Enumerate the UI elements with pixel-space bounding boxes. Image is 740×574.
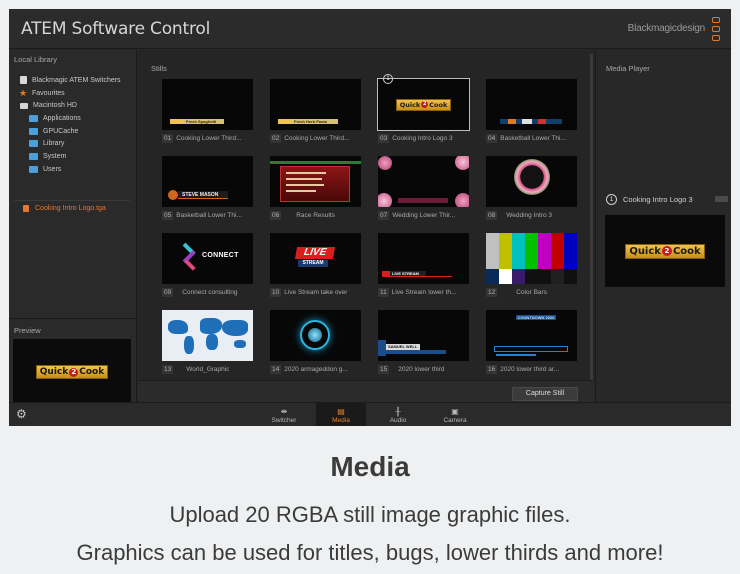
preview-label: Preview	[14, 326, 41, 335]
stills-label: Stills	[151, 64, 167, 73]
media-player-clip-row[interactable]: 1 Cooking Intro Logo 3	[606, 194, 728, 205]
drive-icon	[20, 102, 28, 109]
media-player-clip-name: Cooking Intro Logo 3	[623, 195, 693, 204]
still-caption: 10 Live Stream take over	[270, 287, 348, 297]
local-library-label: Local Library	[14, 55, 57, 64]
folder-icon	[29, 127, 38, 135]
still-thumbnail[interactable]	[270, 310, 361, 361]
connect-text: CONNECT	[202, 252, 239, 259]
still-thumbnail[interactable]: CONNECT	[162, 233, 253, 284]
still-caption: 13 World_Graphic	[162, 364, 230, 374]
still-caption: 09 Connect consulting	[162, 287, 238, 297]
document-icon	[20, 76, 27, 85]
still-caption: 12 Color Bars	[486, 287, 547, 297]
caption-line-1: Upload 20 RGBA still image graphic files…	[169, 502, 571, 527]
still-thumbnail[interactable]	[162, 310, 253, 361]
still-thumbnail[interactable]: STEVE MASON	[162, 156, 253, 207]
tree-item-applications[interactable]: Applications	[9, 112, 137, 125]
caption-heading: Media	[330, 451, 410, 482]
still-caption: 04 Basketball Lower Thi...	[486, 133, 566, 143]
sidebar-divider	[9, 318, 137, 319]
brand-name: Blackmagicdesign	[627, 23, 706, 34]
title-bar: ATEM Software Control Blackmagicdesign	[9, 9, 731, 49]
still-caption: 05 Basketball Lower Thi...	[162, 210, 242, 220]
local-library-panel: Local Library Blackmagic ATEM Switchers …	[9, 50, 137, 405]
still-thumbnail-selected[interactable]: Quick 2 Cook	[377, 78, 470, 131]
folder-icon	[29, 165, 38, 173]
still-thumbnail[interactable]: COUNTDOWN 2020	[486, 310, 577, 361]
still-caption: 08 Wedding Intro 3	[486, 210, 553, 220]
still-thumbnail[interactable]: Fresh Herb Pasta	[270, 79, 361, 130]
star-icon: ★	[19, 88, 28, 99]
media-player-number: 1	[606, 194, 617, 205]
tab-media[interactable]: ▤ Media	[316, 403, 366, 426]
tab-audio[interactable]: ╫ Audio	[373, 403, 423, 426]
stream-text: STREAM	[298, 260, 328, 267]
atem-app-window: ATEM Software Control Blackmagicdesign L…	[9, 9, 731, 426]
still-thumbnail[interactable]	[486, 79, 577, 130]
media-player-screen: Quick 2 Cook	[605, 215, 725, 287]
still-thumbnail[interactable]: Fresh Spaghetti	[162, 79, 253, 130]
preview-window: Quick 2 Cook	[13, 339, 131, 405]
lower-third-text: STEVE MASON	[182, 192, 219, 198]
quick2cook-logo: Quick 2 Cook	[35, 365, 109, 379]
still-caption: 06 Race Results	[270, 210, 335, 220]
app-title: ATEM Software Control	[21, 19, 211, 39]
still-caption: 11 Live Stream lower th...	[378, 287, 457, 297]
gear-icon[interactable]: ⚙	[16, 408, 27, 420]
stills-scrollbar[interactable]	[590, 54, 593, 384]
stills-grid: Fresh Spaghetti 01 Cooking Lower Third...…	[153, 74, 587, 379]
caption-line-2: Graphics can be used for titles, bugs, l…	[76, 540, 664, 565]
still-caption: 07 Wedding Lower Thir...	[378, 210, 456, 220]
still-thumbnail[interactable]: SAMUEL WELL	[378, 310, 469, 361]
media-icon: ▤	[337, 407, 345, 416]
media-player-badge: 1	[383, 74, 393, 84]
tree-item-gpucache[interactable]: GPUCache	[9, 125, 137, 138]
capture-still-button[interactable]: Capture Still	[512, 387, 578, 401]
bottom-tab-bar: ⚙ ⇼ Switcher ▤ Media ╫ Audio ▣ Camera	[9, 402, 731, 426]
file-item-selected[interactable]: Cooking Intro Logo.tga	[23, 205, 106, 212]
still-thumbnail[interactable]	[486, 156, 577, 207]
still-thumbnail[interactable]	[270, 156, 361, 207]
still-caption: 03 Cooking Intro Logo 3	[378, 133, 453, 143]
still-thumbnail-color-bars[interactable]	[486, 233, 577, 284]
lower-third-text: Fresh Herb Pasta	[294, 118, 327, 124]
live-text: LIVE	[294, 247, 336, 259]
still-thumbnail[interactable]: LIVE STREAM	[378, 233, 469, 284]
folder-icon	[29, 152, 38, 160]
media-player-label: Media Player	[606, 64, 650, 73]
stills-panel: Stills Fresh Spaghetti 01 Cooking Lower T…	[138, 50, 594, 402]
tab-switcher[interactable]: ⇼ Switcher	[259, 403, 309, 426]
camera-icon: ▣	[451, 407, 459, 416]
still-thumbnail[interactable]: LIVE STREAM	[270, 233, 361, 284]
tree-item-library[interactable]: Library	[9, 137, 137, 150]
still-caption: 16 2020 lower third ar...	[486, 364, 560, 374]
folder-icon	[29, 140, 38, 148]
tab-camera[interactable]: ▣ Camera	[430, 403, 480, 426]
still-caption: 15 2020 lower third	[378, 364, 445, 374]
media-player-dropdown-icon[interactable]	[715, 196, 728, 202]
still-caption: 01 Cooking Lower Third...	[162, 133, 242, 143]
library-divider	[14, 200, 130, 201]
countdown-text: COUNTDOWN 2020	[516, 315, 556, 320]
tree-item-macintosh-hd[interactable]: Macintosh HD	[9, 99, 137, 112]
blackmagic-logo-icon	[712, 17, 720, 41]
library-tree: Blackmagic ATEM Switchers ★ Favourites M…	[9, 74, 137, 176]
audio-icon: ╫	[395, 407, 401, 416]
file-icon	[23, 205, 29, 212]
tree-item-system[interactable]: System	[9, 150, 137, 163]
media-player-panel: Media Player 1 Cooking Intro Logo 3 Quic…	[595, 50, 731, 402]
tree-item-atem-switchers[interactable]: Blackmagic ATEM Switchers	[9, 74, 137, 87]
tree-item-favourites[interactable]: ★ Favourites	[9, 87, 137, 100]
still-thumbnail[interactable]	[378, 156, 469, 207]
still-caption: 14 2020 armageddon g...	[270, 364, 348, 374]
still-caption: 02 Cooking Lower Third...	[270, 133, 350, 143]
quick2cook-logo: Quick 2 Cook	[625, 243, 705, 259]
quick2cook-logo: Quick 2 Cook	[395, 98, 452, 111]
sliders-icon: ⇼	[280, 407, 288, 416]
tree-item-users[interactable]: Users	[9, 163, 137, 176]
folder-icon	[29, 114, 38, 122]
lower-third-text: Fresh Spaghetti	[186, 118, 217, 124]
stills-footer: Capture Still	[138, 380, 594, 402]
